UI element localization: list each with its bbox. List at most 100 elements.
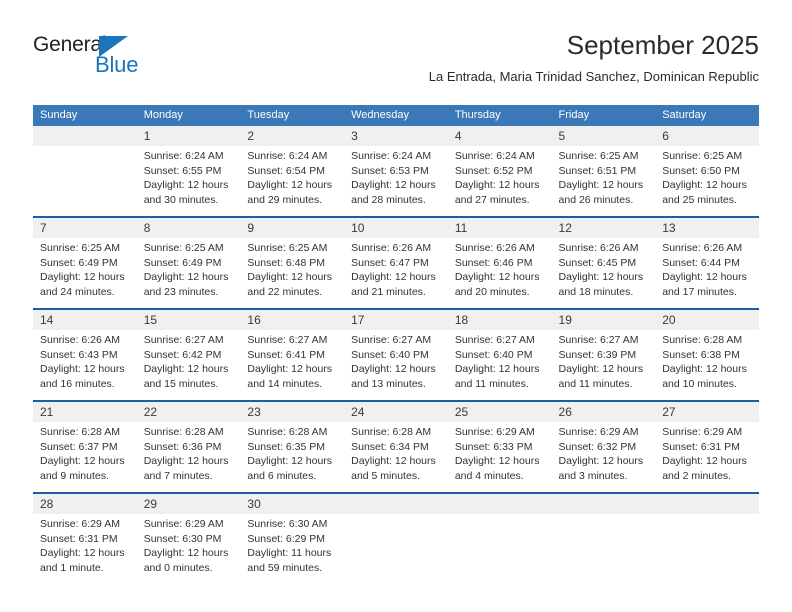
day-number[interactable]: 16 — [240, 308, 345, 330]
week-daynumber-row: 7 8 9 10 11 12 13 — [33, 216, 759, 238]
day-number[interactable]: 24 — [344, 400, 448, 422]
day-number[interactable]: 29 — [136, 492, 241, 514]
day-sunset-line: Sunset: 6:42 PM — [143, 348, 222, 361]
day-daylight-1-line: Daylight: 12 hours — [40, 547, 125, 559]
day-number[interactable]: 1 — [136, 126, 241, 146]
day-sunrise-line: Sunrise: 6:27 AM — [351, 334, 432, 346]
day-sunrise-line: Sunrise: 6:26 AM — [558, 242, 639, 254]
logo-word-blue: Blue — [95, 52, 139, 77]
general-blue-logo: General Blue — [33, 33, 213, 89]
day-number[interactable]: 18 — [447, 308, 552, 330]
day-sunset-line: Sunset: 6:38 PM — [662, 348, 740, 361]
day-detail: Sunrise: 6:25 AM Sunset: 6:49 PM Daylight:… — [33, 238, 137, 309]
weekday-header-thursday: Thursday — [447, 105, 552, 126]
day-detail-empty — [551, 514, 656, 584]
day-sunrise-line: Sunrise: 6:28 AM — [662, 334, 743, 346]
day-daylight-2-line: and 27 minutes. — [454, 193, 530, 206]
day-daylight-1-line: Daylight: 12 hours — [558, 363, 644, 375]
weekday-header-saturday: Saturday — [655, 105, 759, 126]
day-daylight-2-line: and 11 minutes. — [558, 377, 633, 390]
day-number-empty — [655, 492, 759, 514]
day-sunrise-line: Sunrise: 6:24 AM — [351, 150, 432, 162]
day-sunrise-line: Sunrise: 6:28 AM — [143, 426, 224, 438]
day-number[interactable]: 9 — [240, 216, 345, 238]
day-number[interactable]: 14 — [33, 308, 137, 330]
day-number[interactable]: 11 — [447, 216, 552, 238]
day-sunset-line: Sunset: 6:34 PM — [351, 440, 429, 453]
day-number[interactable]: 25 — [447, 400, 552, 422]
day-number[interactable]: 6 — [655, 126, 759, 146]
day-daylight-1-line: Daylight: 12 hours — [454, 271, 540, 283]
day-detail: Sunrise: 6:29 AM Sunset: 6:31 PM Daylight:… — [33, 514, 137, 584]
day-sunrise-line: Sunrise: 6:25 AM — [662, 150, 743, 162]
day-number[interactable]: 8 — [136, 216, 241, 238]
day-number[interactable]: 3 — [344, 126, 448, 146]
day-detail: Sunrise: 6:26 AM Sunset: 6:47 PM Daylight:… — [344, 238, 448, 309]
week-detail-row: Sunrise: 6:28 AM Sunset: 6:37 PM Daylight:… — [33, 422, 759, 493]
day-daylight-1-line: Daylight: 12 hours — [662, 363, 747, 375]
day-daylight-1-line: Daylight: 12 hours — [40, 363, 125, 375]
day-number[interactable]: 21 — [33, 400, 137, 422]
day-number[interactable]: 5 — [551, 126, 656, 146]
day-detail: Sunrise: 6:29 AM Sunset: 6:31 PM Daylight:… — [655, 422, 759, 493]
day-sunset-line: Sunset: 6:29 PM — [247, 532, 326, 545]
day-number[interactable]: 19 — [551, 308, 656, 330]
day-sunset-line: Sunset: 6:43 PM — [40, 348, 118, 361]
day-sunset-line: Sunset: 6:54 PM — [247, 164, 326, 177]
day-number[interactable]: 23 — [240, 400, 345, 422]
week-daynumber-row: 14 15 16 17 18 19 20 — [33, 308, 759, 330]
day-daylight-2-line: and 29 minutes. — [247, 193, 323, 206]
day-daylight-2-line: and 7 minutes. — [143, 469, 213, 482]
day-sunset-line: Sunset: 6:46 PM — [454, 256, 533, 269]
day-daylight-2-line: and 6 minutes. — [247, 469, 317, 482]
week-detail-row: Sunrise: 6:26 AM Sunset: 6:43 PM Daylight:… — [33, 330, 759, 401]
day-sunrise-line: Sunrise: 6:28 AM — [40, 426, 120, 438]
day-number[interactable]: 13 — [655, 216, 759, 238]
day-number[interactable]: 10 — [344, 216, 448, 238]
day-sunset-line: Sunset: 6:35 PM — [247, 440, 326, 453]
day-number[interactable]: 17 — [344, 308, 448, 330]
day-daylight-2-line: and 21 minutes. — [351, 285, 426, 298]
day-daylight-2-line: and 18 minutes. — [558, 285, 634, 298]
day-detail: Sunrise: 6:27 AM Sunset: 6:40 PM Daylight:… — [344, 330, 448, 401]
day-number[interactable]: 2 — [240, 126, 345, 146]
day-number[interactable]: 27 — [655, 400, 759, 422]
day-detail: Sunrise: 6:28 AM Sunset: 6:37 PM Daylight:… — [33, 422, 137, 493]
day-detail-empty — [344, 514, 448, 584]
weekday-header-tuesday: Tuesday — [240, 105, 345, 126]
day-number[interactable]: 7 — [33, 216, 137, 238]
day-number[interactable]: 20 — [655, 308, 759, 330]
day-daylight-2-line: and 1 minute. — [40, 561, 104, 574]
day-daylight-1-line: Daylight: 12 hours — [351, 179, 436, 191]
day-daylight-2-line: and 17 minutes. — [662, 285, 737, 298]
day-sunrise-line: Sunrise: 6:26 AM — [454, 242, 535, 254]
day-number[interactable]: 12 — [551, 216, 656, 238]
day-detail: Sunrise: 6:24 AM Sunset: 6:53 PM Daylight:… — [344, 146, 448, 217]
day-daylight-1-line: Daylight: 12 hours — [40, 271, 125, 283]
day-number[interactable]: 30 — [240, 492, 345, 514]
day-number[interactable]: 15 — [136, 308, 241, 330]
day-sunset-line: Sunset: 6:37 PM — [40, 440, 118, 453]
day-sunset-line: Sunset: 6:33 PM — [454, 440, 533, 453]
day-sunset-line: Sunset: 6:30 PM — [143, 532, 222, 545]
day-sunset-line: Sunset: 6:55 PM — [143, 164, 222, 177]
weekday-header-friday: Friday — [551, 105, 656, 126]
day-detail: Sunrise: 6:26 AM Sunset: 6:43 PM Daylight:… — [33, 330, 137, 401]
day-detail: Sunrise: 6:28 AM Sunset: 6:36 PM Daylight:… — [136, 422, 241, 493]
day-detail: Sunrise: 6:28 AM Sunset: 6:34 PM Daylight:… — [344, 422, 448, 493]
day-sunrise-line: Sunrise: 6:28 AM — [247, 426, 328, 438]
day-daylight-1-line: Daylight: 12 hours — [143, 547, 229, 559]
day-sunset-line: Sunset: 6:51 PM — [558, 164, 637, 177]
day-number[interactable]: 26 — [551, 400, 656, 422]
day-detail: Sunrise: 6:28 AM Sunset: 6:35 PM Daylight:… — [240, 422, 345, 493]
day-daylight-2-line: and 59 minutes. — [247, 561, 323, 574]
day-sunrise-line: Sunrise: 6:30 AM — [247, 518, 328, 530]
day-number[interactable]: 22 — [136, 400, 241, 422]
day-daylight-2-line: and 16 minutes. — [40, 377, 115, 390]
day-daylight-1-line: Daylight: 12 hours — [454, 455, 540, 467]
week-detail-row: Sunrise: 6:24 AM Sunset: 6:55 PM Daylight:… — [33, 146, 759, 217]
day-number[interactable]: 4 — [447, 126, 552, 146]
day-number[interactable]: 28 — [33, 492, 137, 514]
day-sunrise-line: Sunrise: 6:24 AM — [247, 150, 328, 162]
day-sunset-line: Sunset: 6:53 PM — [351, 164, 429, 177]
